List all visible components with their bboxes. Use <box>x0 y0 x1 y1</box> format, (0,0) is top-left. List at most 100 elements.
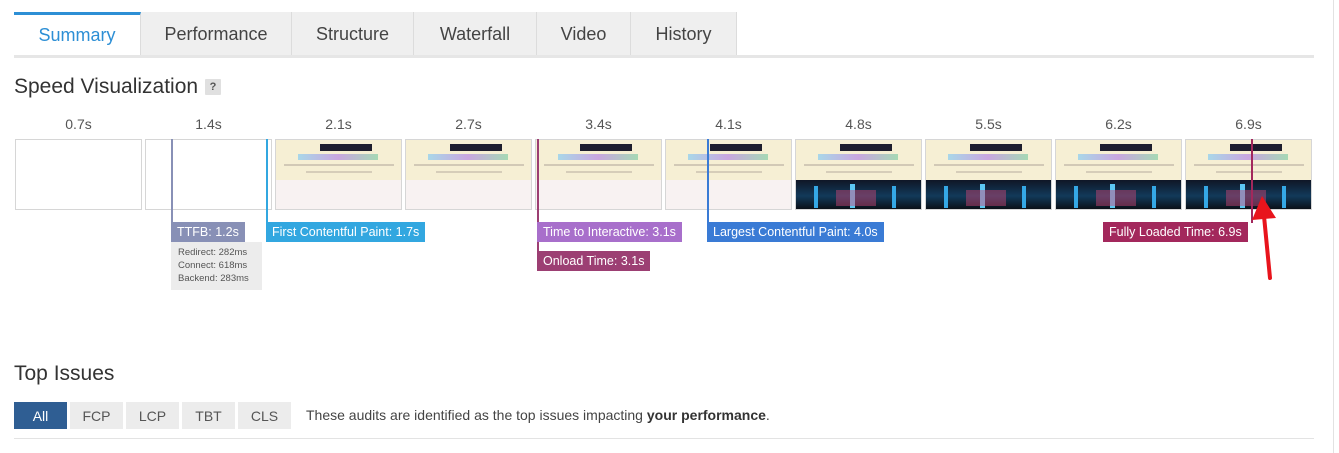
filmstrip-frame[interactable] <box>405 139 532 210</box>
filmstrip-frame[interactable] <box>925 139 1052 210</box>
backend-time: Backend: 283ms <box>178 273 249 284</box>
frame-nav-bar <box>840 144 892 151</box>
frame-page-body <box>536 180 661 209</box>
frame-menu-bar <box>818 154 898 160</box>
frame-text-line <box>826 171 892 173</box>
section-divider <box>14 438 1314 439</box>
frame-text-line <box>544 164 654 166</box>
frame-text-line <box>934 164 1044 166</box>
lcp-label: Largest Contentful Paint: 4.0s <box>707 222 884 242</box>
onload-label: Onload Time: 3.1s <box>537 251 651 271</box>
hero-light <box>1204 186 1208 208</box>
frame-menu-bar <box>558 154 638 160</box>
filter-fcp-button[interactable]: FCP <box>70 402 123 429</box>
hero-light <box>814 186 818 208</box>
frame-page-body <box>276 180 401 209</box>
scrollbar-track[interactable] <box>1333 0 1339 453</box>
filter-all-button[interactable]: All <box>14 402 67 429</box>
frame-hero-image <box>1056 180 1181 209</box>
tti-label: Time to Interactive: 3.1s <box>537 222 682 242</box>
frame-menu-bar <box>1078 154 1158 160</box>
frame-text-line <box>1194 164 1304 166</box>
top-issues-description: These audits are identified as the top i… <box>306 407 770 423</box>
tab-bar: Summary Performance Structure Waterfall … <box>14 12 737 56</box>
hero-light <box>1152 186 1156 208</box>
description-end: . <box>765 407 770 423</box>
frame-time-label: 3.4s <box>585 116 612 132</box>
hero-glow <box>1096 190 1136 206</box>
filmstrip-frame[interactable] <box>535 139 662 210</box>
tab-summary[interactable]: Summary <box>14 12 141 56</box>
frame-nav-bar <box>1230 144 1282 151</box>
frame-text-line <box>284 164 394 166</box>
frame-menu-bar <box>298 154 378 160</box>
filter-tbt-button[interactable]: TBT <box>182 402 235 429</box>
tab-waterfall[interactable]: Waterfall <box>414 12 537 56</box>
hero-light <box>1074 186 1078 208</box>
tab-performance[interactable]: Performance <box>141 12 292 56</box>
frame-time-label: 2.7s <box>455 116 482 132</box>
filmstrip-frame-blank[interactable] <box>15 139 142 210</box>
help-icon[interactable]: ? <box>205 79 221 95</box>
frame-text-line <box>696 171 762 173</box>
fcp-label: First Contentful Paint: 1.7s <box>266 222 426 242</box>
frame-nav-bar <box>580 144 632 151</box>
filter-lcp-button[interactable]: LCP <box>126 402 179 429</box>
frame-nav-bar <box>710 144 762 151</box>
frame-text-line <box>414 164 524 166</box>
frame-text-line <box>1216 171 1282 173</box>
frame-hero-image <box>926 180 1051 209</box>
frame-text-line <box>306 171 372 173</box>
filmstrip-frame-blank[interactable] <box>145 139 272 210</box>
annotation-arrow-icon <box>1252 196 1276 280</box>
frame-menu-bar <box>948 154 1028 160</box>
tab-history[interactable]: History <box>631 12 737 56</box>
hero-glow <box>966 190 1006 206</box>
filter-cls-button[interactable]: CLS <box>238 402 291 429</box>
frame-time-label: 6.9s <box>1235 116 1262 132</box>
issue-filter-bar: All FCP LCP TBT CLS <box>14 402 294 429</box>
ttfb-label: TTFB: 1.2s <box>171 222 245 242</box>
hero-light <box>944 186 948 208</box>
frame-time-label: 1.4s <box>195 116 222 132</box>
speed-visualization-title: Speed Visualization <box>14 75 199 98</box>
frame-nav-bar <box>450 144 502 151</box>
frame-text-line <box>436 171 502 173</box>
frame-time-label: 0.7s <box>65 116 92 132</box>
frame-text-line <box>804 164 914 166</box>
frame-hero-image <box>796 180 921 209</box>
description-text: These audits are identified as the top i… <box>306 407 647 423</box>
frame-text-line <box>674 164 784 166</box>
frame-nav-bar <box>970 144 1022 151</box>
tab-structure[interactable]: Structure <box>292 12 414 56</box>
frame-text-line <box>1086 171 1152 173</box>
filmstrip-frame[interactable] <box>275 139 402 210</box>
fcp-marker-line <box>266 139 268 223</box>
frame-nav-bar <box>1100 144 1152 151</box>
filmstrip-frame[interactable] <box>1055 139 1182 210</box>
hero-glow <box>836 190 876 206</box>
top-issues-title: Top Issues <box>14 362 115 385</box>
frame-page-body <box>406 180 531 209</box>
hero-light <box>1022 186 1026 208</box>
frame-nav-bar <box>320 144 372 151</box>
frame-time-label: 6.2s <box>1105 116 1132 132</box>
frame-page-body <box>666 180 791 209</box>
frame-text-line <box>956 171 1022 173</box>
ttfb-breakdown: Redirect: 282ms Connect: 618ms Backend: … <box>171 242 262 290</box>
redirect-time: Redirect: 282ms <box>178 247 248 258</box>
tab-video[interactable]: Video <box>537 12 631 56</box>
frame-time-label: 5.5s <box>975 116 1002 132</box>
connect-time: Connect: 618ms <box>178 260 248 271</box>
frame-text-line <box>566 171 632 173</box>
ttfb-marker-line <box>171 139 173 223</box>
frame-time-label: 2.1s <box>325 116 352 132</box>
filmstrip-frame[interactable] <box>665 139 792 210</box>
frame-time-label: 4.1s <box>715 116 742 132</box>
filmstrip-frame[interactable] <box>795 139 922 210</box>
frame-menu-bar <box>428 154 508 160</box>
frame-text-line <box>1064 164 1174 166</box>
frame-menu-bar <box>688 154 768 160</box>
lcp-marker-line <box>707 139 709 223</box>
frame-menu-bar <box>1208 154 1288 160</box>
